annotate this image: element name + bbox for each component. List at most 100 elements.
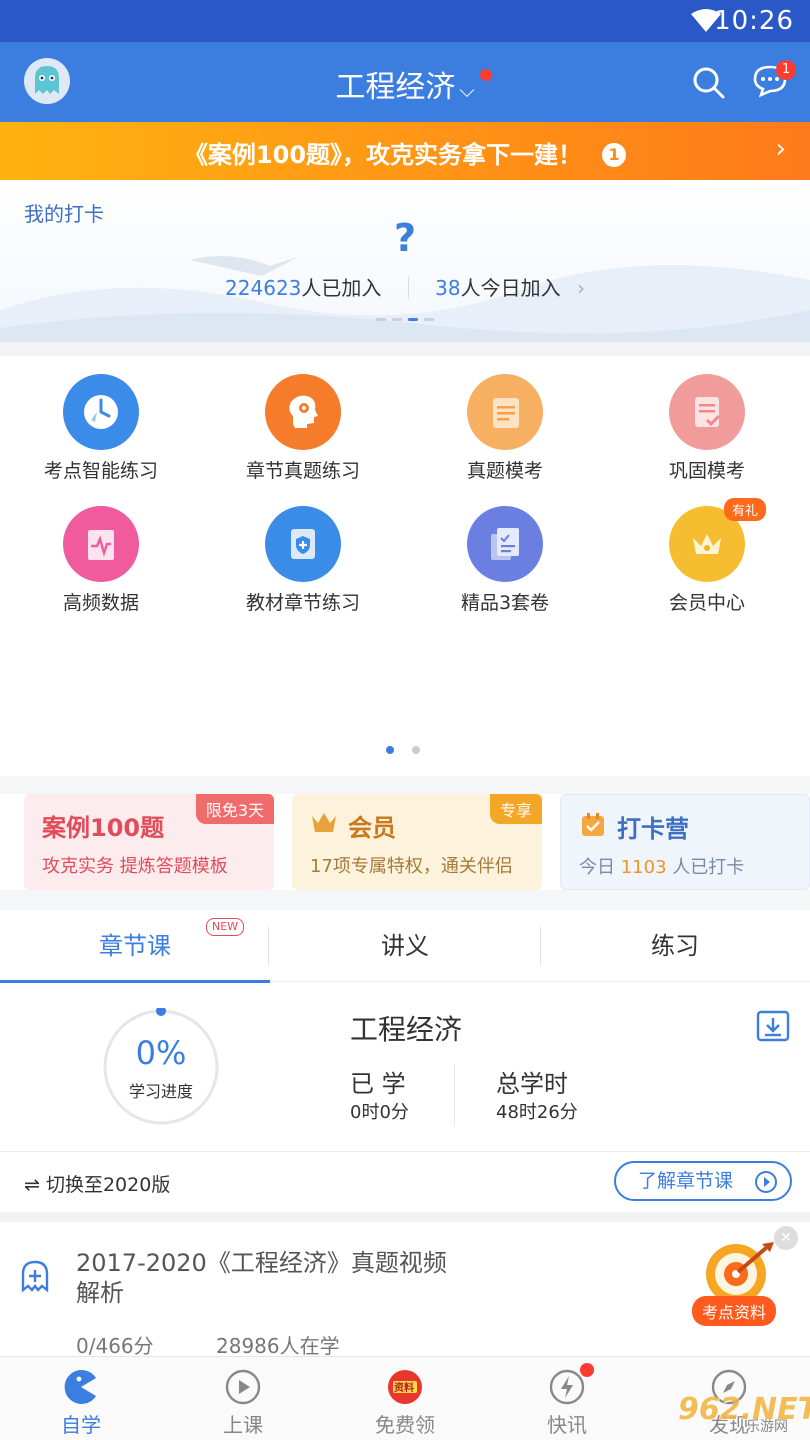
feature-label: 巩固模考 [668, 460, 745, 482]
brain-gear-icon [265, 374, 341, 450]
lightning-circle-icon [549, 1369, 585, 1405]
app-header: 工程经济 ⌵ 1 [0, 42, 810, 122]
joined-count: 224623 [225, 276, 302, 300]
download-icon[interactable] [756, 1010, 790, 1042]
notification-dot [580, 1363, 594, 1377]
feature-high-frequency[interactable]: 高频数据 [0, 506, 202, 615]
case100-card[interactable]: 案例100题 攻克实务 提炼答题模板 限免3天 [24, 794, 274, 890]
close-icon[interactable]: ✕ [774, 1226, 798, 1250]
feature-chapter-exam[interactable]: 章节真题练习 [202, 374, 404, 483]
checkin-stats: 224623人已加入 38人今日加入 › [0, 272, 810, 301]
study-materials-promo[interactable]: 考点资料 [690, 1238, 784, 1332]
course-score: 0/466分 [76, 1334, 154, 1358]
progress-percent: 0% [135, 1034, 187, 1072]
feature-label: 高频数据 [62, 592, 139, 614]
switch-version-link[interactable]: ⇌ 切换至2020版 [24, 1170, 170, 1197]
checkin-panel[interactable]: 我的打卡 ? 224623人已加入 38人今日加入 › [0, 180, 810, 342]
status-time: 10:26 [714, 6, 794, 36]
carousel-indicator [376, 318, 434, 321]
feature-mock-exam[interactable]: 真题模考 [404, 374, 606, 483]
promo-tag: 考点资料 [692, 1296, 777, 1326]
feature-label: 章节真题练习 [245, 460, 360, 482]
card-title: 打卡营 [617, 815, 689, 843]
card-badge: 专享 [489, 794, 542, 824]
pacman-icon [64, 1370, 96, 1404]
papers-icon [467, 506, 543, 582]
status-bar: 10:26 [0, 0, 810, 42]
card-title: 案例100题 [42, 814, 165, 842]
card-badge: 限免3天 [195, 794, 274, 824]
book-shield-icon [265, 506, 341, 582]
nav-self-study[interactable]: 自学 [0, 1357, 162, 1440]
gift-tag: 有礼 [724, 498, 767, 521]
section-divider [0, 1212, 810, 1222]
expand-ghost-icon[interactable] [20, 1260, 50, 1294]
promo-banner[interactable]: 《案例100题》，攻克实务拿下一建！ 1 › [0, 122, 810, 180]
today-count: 38 [435, 276, 461, 300]
feature-review-exam[interactable]: 巩固模考 [606, 374, 808, 483]
subject-selector[interactable]: 工程经济 ⌵ [0, 62, 810, 106]
tab-practice[interactable]: 练习 [540, 910, 810, 982]
feature-label: 精品3套卷 [460, 592, 550, 614]
card-subtitle: 今日 1103 人已打卡 [579, 857, 745, 878]
study-progress: 0% 学习进度 工程经济 已 学 0时0分 总学时 48时26分 [0, 984, 810, 1152]
banner-text: 《案例100题》，攻克实务拿下一建！ [183, 141, 583, 169]
chevron-right-icon: › [576, 276, 585, 300]
feature-three-papers[interactable]: 精品3套卷 [404, 506, 606, 615]
document-icon [467, 374, 543, 450]
joined-label: 人已加入 [301, 276, 382, 300]
divider [268, 926, 269, 966]
learned-value: 0时0分 [350, 1102, 409, 1123]
course-tabs: 章节课 NEW 讲义 练习 [0, 910, 810, 983]
new-badge: NEW [206, 918, 245, 936]
search-icon[interactable] [692, 66, 726, 100]
course-item[interactable]: 2017-2020《工程经济》真题视频解析 0/466分 28986人在学 考点… [0, 1222, 810, 1358]
tab-handout[interactable]: 讲义 [270, 910, 540, 982]
today-label: 人今日加入 [460, 276, 561, 300]
watermark-text: 乐游网 [746, 1419, 788, 1435]
notification-dot [480, 69, 492, 81]
pulse-chart-icon [63, 506, 139, 582]
learn-chapter-course-button[interactable]: 了解章节课 [614, 1161, 792, 1201]
divider [454, 1064, 455, 1126]
course-title: 工程经济 [350, 1013, 463, 1046]
learned-label: 已 学 [350, 1070, 406, 1098]
feature-grid: 考点智能练习 章节真题练习 真题模考 巩固模考 高频数据 教材章节练习 精品3套… [0, 356, 810, 776]
swap-icon: ⇌ [24, 1174, 40, 1196]
feature-member-center[interactable]: 有礼 会员中心 [606, 498, 808, 615]
feature-label: 会员中心 [668, 592, 745, 614]
play-circle-icon [755, 1171, 777, 1193]
divider [407, 277, 409, 299]
feature-label: 教材章节练习 [245, 592, 360, 614]
section-divider [0, 890, 810, 910]
card-subtitle: 攻克实务 提炼答题模板 [42, 856, 228, 877]
feature-smart-practice[interactable]: 考点智能练习 [0, 374, 202, 483]
progress-label: 学习进度 [128, 1082, 193, 1101]
feature-label: 考点智能练习 [43, 460, 158, 482]
section-divider [0, 342, 810, 356]
calendar-check-icon [582, 813, 604, 836]
message-count-badge: 1 [776, 60, 796, 80]
checkin-count: 1103 [620, 857, 667, 878]
nav-class[interactable]: 上课 [162, 1357, 324, 1440]
total-hours-label: 总学时 [496, 1070, 568, 1098]
card-title: 会员 [348, 814, 396, 842]
card-subtitle: 17项专属特权，通关伴侣 [310, 856, 513, 877]
clock-icon [63, 374, 139, 450]
banner-badge: 1 [602, 143, 627, 167]
feature-label: 真题模考 [466, 460, 543, 482]
course-name: 2017-2020《工程经济》真题视频解析 [76, 1249, 447, 1307]
grid-page-indicator [386, 746, 420, 754]
watermark-logo: 962.NET [678, 1392, 810, 1427]
crown-icon [312, 813, 336, 832]
question-mark-icon: ? [393, 216, 417, 260]
nav-free[interactable]: 资料 免费领 [324, 1357, 486, 1440]
checklist-icon [669, 374, 745, 450]
feature-textbook-practice[interactable]: 教材章节练习 [202, 506, 404, 615]
play-circle-icon [225, 1369, 261, 1405]
chevron-down-icon: ⌵ [459, 78, 475, 102]
member-card[interactable]: 会员 17项专属特权，通关伴侣 专享 [292, 794, 542, 890]
checkin-camp-card[interactable]: 打卡营 今日 1103 人已打卡 [560, 794, 810, 890]
course-learners: 28986人在学 [216, 1334, 340, 1358]
nav-news[interactable]: 快讯 [486, 1357, 648, 1440]
